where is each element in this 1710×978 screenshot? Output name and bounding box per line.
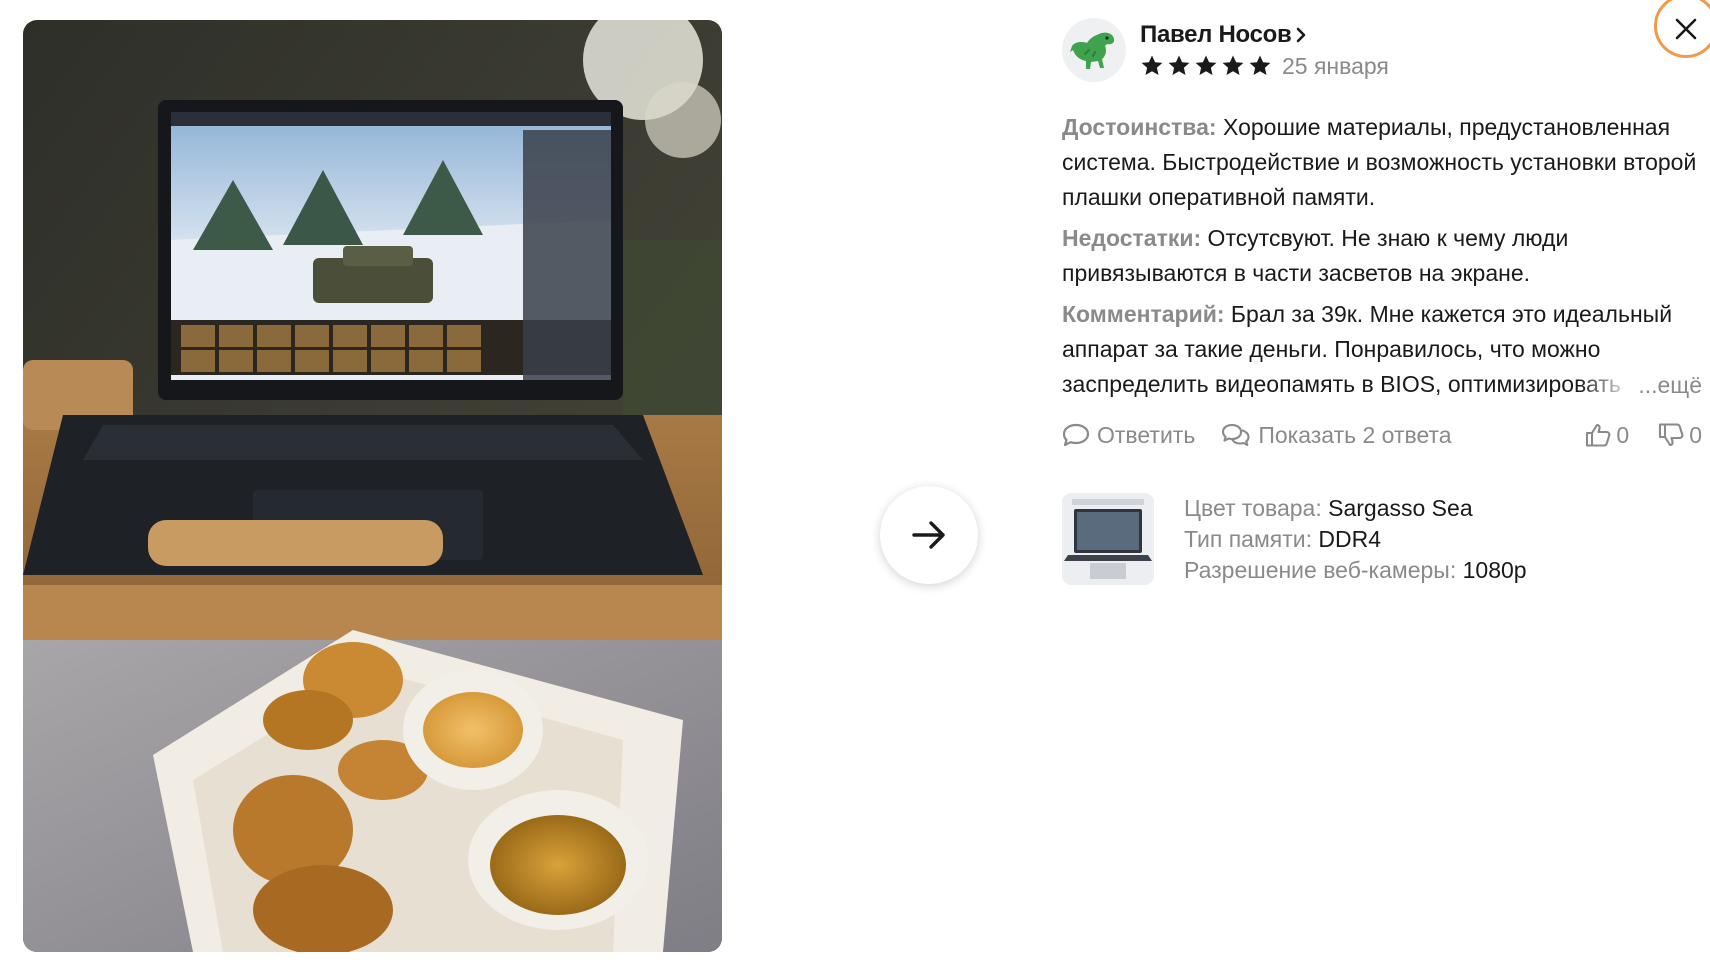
cons-paragraph: Недостатки: Отсутсвуют. Не знаю к чему л… xyxy=(1062,221,1702,291)
spec-value: Sargasso Sea xyxy=(1328,495,1473,521)
votes: 0 0 xyxy=(1584,422,1702,449)
next-photo-button[interactable] xyxy=(880,486,978,584)
author-meta: Павел Носов 25 января xyxy=(1140,21,1389,80)
author-row: Павел Носов 25 января xyxy=(1062,18,1702,82)
author-avatar[interactable] xyxy=(1062,18,1126,82)
comment-label: Комментарий: xyxy=(1062,301,1225,327)
dislike-button[interactable]: 0 xyxy=(1657,422,1702,449)
thumbs-down-icon xyxy=(1659,423,1684,447)
rating-line: 25 января xyxy=(1140,53,1389,80)
star-icon xyxy=(1141,55,1163,75)
spec-value: 1080p xyxy=(1462,557,1527,583)
show-replies-button[interactable]: Показать 2 ответа xyxy=(1221,421,1452,449)
show-more-link[interactable]: ...ещё xyxy=(1578,368,1702,403)
review-date: 25 января xyxy=(1282,52,1389,79)
review-photo[interactable] xyxy=(23,20,722,952)
review-actions: Ответить Показать 2 ответа 0 0 xyxy=(1062,417,1702,453)
thumbs-up-icon xyxy=(1586,423,1611,447)
spec-webcam-resolution: Разрешение веб-камеры: 1080p xyxy=(1184,555,1527,586)
review-text: Достоинства: Хорошие материалы, предуста… xyxy=(1062,110,1702,403)
product-thumbnail[interactable] xyxy=(1062,493,1154,585)
review-panel: Павел Носов 25 января Достоинства: Хорош… xyxy=(1062,18,1702,586)
reply-label: Ответить xyxy=(1097,421,1196,448)
star-icon xyxy=(1195,55,1217,75)
dislike-count: 0 xyxy=(1689,421,1702,448)
spec-key: Цвет товара: xyxy=(1184,495,1322,521)
spec-value: DDR4 xyxy=(1318,526,1382,552)
comment-paragraph: Комментарий: Брал за 39к. Мне кажется эт… xyxy=(1062,297,1702,403)
author-name: Павел Носов xyxy=(1140,20,1292,48)
author-profile-link[interactable]: Павел Носов xyxy=(1140,21,1389,49)
star-icon xyxy=(1249,55,1271,75)
spec-color: Цвет товара: Sargasso Sea xyxy=(1184,493,1527,524)
product-info: Цвет товара: Sargasso Sea Тип памяти: DD… xyxy=(1062,493,1702,586)
rating-stars xyxy=(1140,54,1272,78)
product-specs: Цвет товара: Sargasso Sea Тип памяти: DD… xyxy=(1184,493,1527,586)
show-replies-label: Показать 2 ответа xyxy=(1258,421,1452,448)
star-icon xyxy=(1222,55,1244,75)
conversation-icon xyxy=(1222,423,1250,447)
chevron-right-icon xyxy=(1297,27,1306,42)
like-count: 0 xyxy=(1616,421,1630,448)
arrow-right-icon xyxy=(912,521,945,549)
dinosaur-icon xyxy=(1070,32,1115,69)
laptop-image xyxy=(1062,493,1154,585)
star-icon xyxy=(1168,55,1190,75)
spec-key: Тип памяти: xyxy=(1184,526,1313,552)
cons-label: Недостатки: xyxy=(1062,225,1202,251)
spec-memory-type: Тип памяти: DDR4 xyxy=(1184,524,1527,555)
review-photo-image xyxy=(23,20,722,952)
speech-bubble-icon xyxy=(1062,423,1090,447)
reply-button[interactable]: Ответить xyxy=(1062,422,1195,449)
pros-label: Достоинства: xyxy=(1062,114,1217,140)
like-button[interactable]: 0 xyxy=(1584,422,1629,449)
pros-paragraph: Достоинства: Хорошие материалы, предуста… xyxy=(1062,110,1702,215)
review-viewer: Павел Носов 25 января Достоинства: Хорош… xyxy=(0,0,1710,978)
spec-key: Разрешение веб-камеры: xyxy=(1184,557,1457,583)
